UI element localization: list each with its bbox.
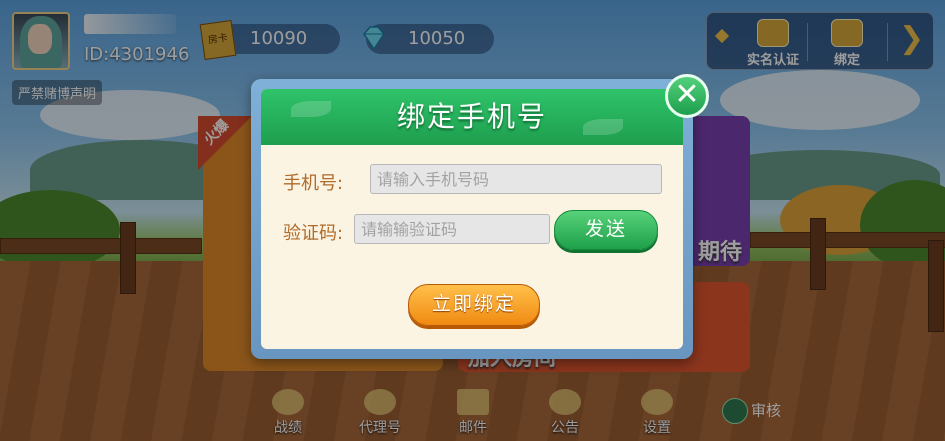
bind-now-button[interactable]: 立即绑定 — [408, 284, 540, 326]
dialog-header: 绑定手机号 — [261, 89, 683, 145]
dialog-title: 绑定手机号 — [396, 100, 547, 133]
code-input[interactable]: 请输输验证码 — [354, 214, 550, 244]
code-label: 验证码: — [283, 223, 344, 244]
phone-label: 手机号: — [283, 173, 344, 194]
bind-phone-dialog: 绑定手机号 手机号: 请输入手机号码 验证码: 请输输验证码 发送 立即绑定 — [251, 79, 693, 359]
leaf-decoration — [291, 101, 331, 117]
leaf-decoration — [583, 119, 623, 135]
phone-input[interactable]: 请输入手机号码 — [370, 164, 662, 194]
close-icon[interactable]: ✕ — [665, 74, 709, 118]
send-code-button[interactable]: 发送 — [554, 210, 658, 250]
dialog-body: 绑定手机号 手机号: 请输入手机号码 验证码: 请输输验证码 发送 立即绑定 — [261, 89, 683, 349]
